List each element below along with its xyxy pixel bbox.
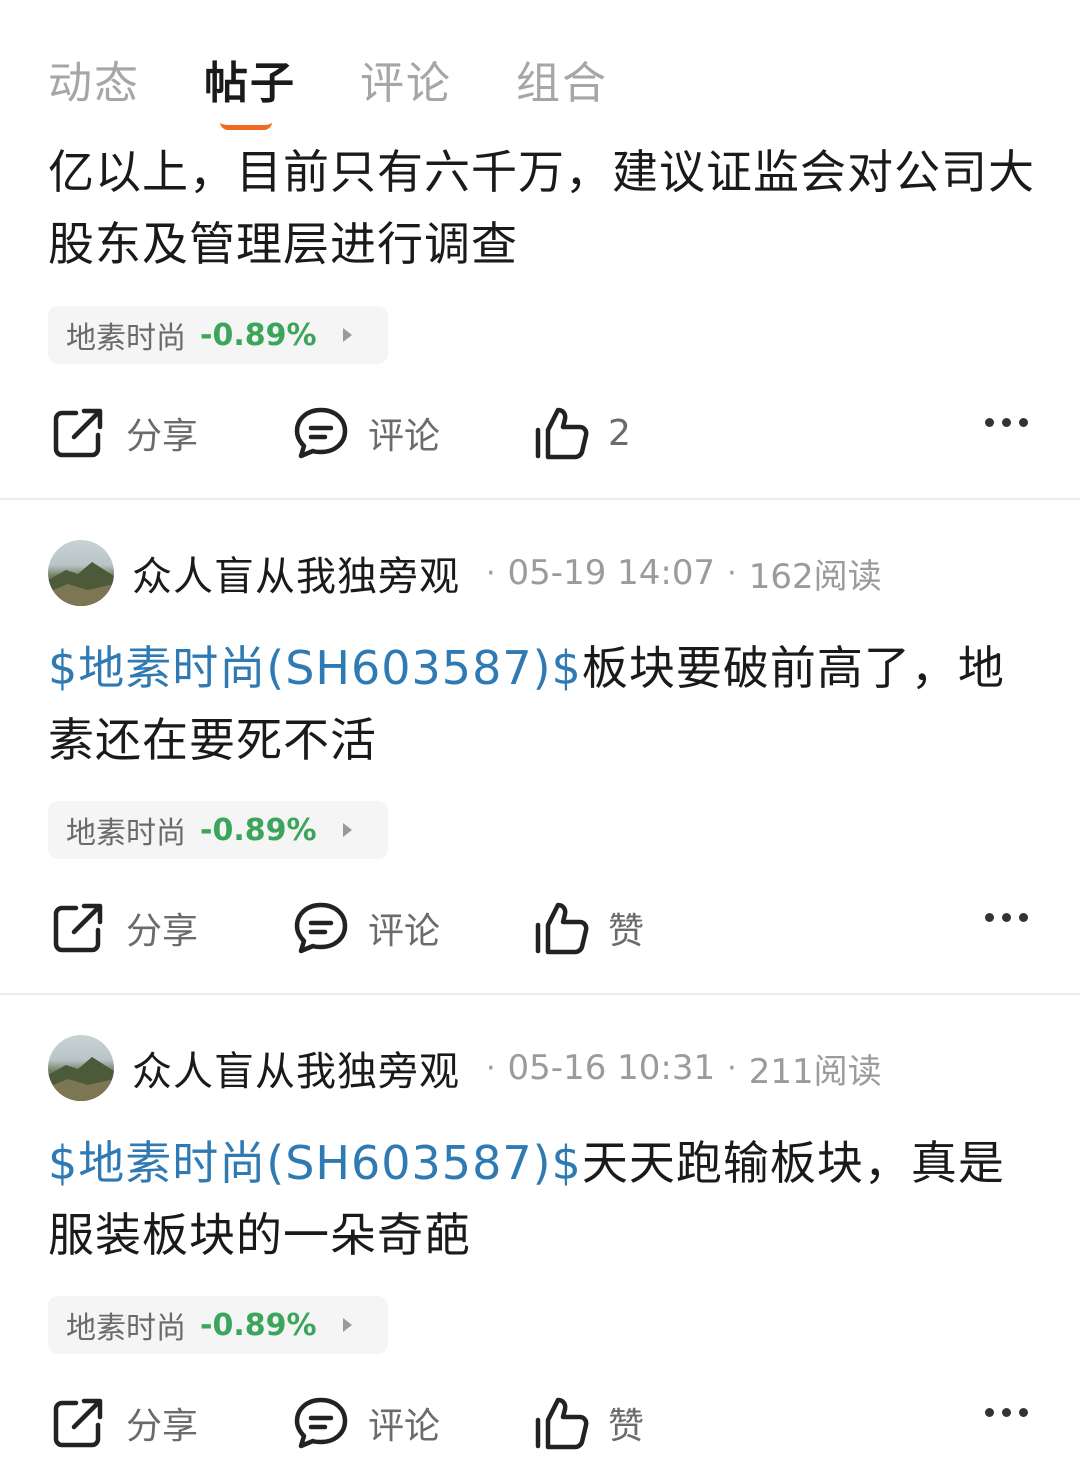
comment-label: 评论: [368, 911, 441, 952]
comment-button[interactable]: 评论: [292, 1388, 440, 1458]
stock-chip[interactable]: 地素时尚 -0.89%: [48, 306, 388, 364]
stock-change: -0.89%: [200, 1307, 317, 1343]
post-meta: · 05-19 14:07 · 162阅读: [474, 549, 882, 598]
thumbs-up-icon: [535, 407, 589, 460]
active-tab-indicator: [220, 122, 272, 130]
stock-chip[interactable]: 地素时尚 -0.89%: [48, 1296, 388, 1354]
more-icon-dot: [1002, 913, 1011, 922]
like-button[interactable]: 赞: [532, 1388, 644, 1458]
author-name[interactable]: 众人盲从我独旁观: [132, 544, 460, 602]
more-icon-dot: [985, 1408, 994, 1417]
more-icon-dot: [985, 913, 994, 922]
share-label: 分享: [126, 1406, 199, 1447]
comment-icon: [294, 407, 348, 459]
separator-dot: ·: [486, 555, 496, 591]
post-divider: [0, 498, 1080, 500]
stock-change: -0.89%: [200, 812, 317, 848]
comment-icon: [294, 902, 348, 954]
thumbs-up-icon: [535, 902, 589, 955]
more-button[interactable]: [985, 913, 1028, 922]
more-button[interactable]: [985, 418, 1028, 427]
read-count: 211阅读: [748, 1051, 882, 1092]
tab-pinglun[interactable]: 评论: [360, 50, 452, 140]
more-icon-dot: [1002, 418, 1011, 427]
tab-dongtai[interactable]: 动态: [48, 50, 140, 140]
profile-tabs: 动态 帖子 评论 组合: [48, 50, 608, 140]
more-icon-dot: [1019, 1408, 1028, 1417]
stock-name: 地素时尚: [66, 321, 186, 356]
comment-button[interactable]: 评论: [292, 893, 440, 963]
separator-dot: ·: [727, 555, 737, 591]
more-icon-dot: [1019, 913, 1028, 922]
post-actions: 分享 评论 2: [48, 398, 1038, 468]
comment-label: 评论: [368, 1406, 441, 1447]
tab-label: 动态: [48, 58, 140, 109]
post-header: 众人盲从我独旁观 · 05-19 14:07 · 162阅读: [48, 538, 882, 608]
stock-chip[interactable]: 地素时尚 -0.89%: [48, 801, 388, 859]
like-label: 赞: [608, 911, 645, 952]
comment-icon: [294, 1397, 348, 1449]
share-button[interactable]: 分享: [48, 1388, 198, 1458]
avatar[interactable]: [48, 540, 114, 606]
more-button[interactable]: [985, 1408, 1028, 1417]
tab-label: 帖子: [204, 58, 296, 109]
share-button[interactable]: 分享: [48, 893, 198, 963]
thumbs-up-icon: [535, 1397, 589, 1450]
post-text[interactable]: 亿以上，目前只有六千万，建议证监会对公司大股东及管理层进行调查: [48, 136, 1038, 280]
tab-label: 评论: [360, 58, 452, 109]
more-icon-dot: [985, 418, 994, 427]
comment-label: 评论: [368, 416, 441, 457]
more-icon-dot: [1002, 1408, 1011, 1417]
share-label: 分享: [126, 416, 199, 457]
tab-label: 组合: [516, 58, 608, 109]
share-icon: [53, 408, 103, 458]
post-text[interactable]: $地素时尚(SH603587)$板块要破前高了，地素还在要死不活: [48, 632, 1038, 776]
more-icon-dot: [1019, 418, 1028, 427]
post-body: 亿以上，目前只有六千万，建议证监会对公司大股东及管理层进行调查: [48, 145, 1035, 271]
share-label: 分享: [126, 911, 199, 952]
post-actions: 分享 评论 赞: [48, 1388, 1038, 1458]
post-divider: [0, 993, 1080, 995]
post-actions: 分享 评论 赞: [48, 893, 1038, 963]
share-icon: [53, 1398, 103, 1448]
post-text[interactable]: $地素时尚(SH603587)$天天跑输板块，真是服装板块的一朵奇葩: [48, 1127, 1038, 1271]
play-arrow-icon: [342, 823, 352, 837]
separator-dot: ·: [727, 1050, 737, 1086]
stock-name: 地素时尚: [66, 1311, 186, 1346]
stock-change: -0.89%: [200, 317, 317, 353]
post-header: 众人盲从我独旁观 · 05-16 10:31 · 211阅读: [48, 1033, 882, 1103]
like-button[interactable]: 赞: [532, 893, 644, 963]
author-name[interactable]: 众人盲从我独旁观: [132, 1039, 460, 1097]
avatar[interactable]: [48, 1035, 114, 1101]
post-time: 05-19 14:07: [507, 553, 716, 593]
comment-button[interactable]: 评论: [292, 398, 440, 468]
like-button[interactable]: 2: [532, 398, 631, 468]
read-count: 162阅读: [748, 556, 882, 597]
play-arrow-icon: [342, 1318, 352, 1332]
like-count: 2: [608, 412, 631, 454]
tab-tiezi[interactable]: 帖子: [204, 50, 296, 140]
stock-link[interactable]: $地素时尚(SH603587)$: [48, 1136, 582, 1190]
separator-dot: ·: [486, 1050, 496, 1086]
like-label: 赞: [608, 1406, 645, 1447]
tab-zuhe[interactable]: 组合: [516, 50, 608, 140]
stock-name: 地素时尚: [66, 816, 186, 851]
share-icon: [53, 903, 103, 953]
play-arrow-icon: [342, 328, 352, 342]
post-meta: · 05-16 10:31 · 211阅读: [474, 1044, 882, 1093]
share-button[interactable]: 分享: [48, 398, 198, 468]
stock-link[interactable]: $地素时尚(SH603587)$: [48, 641, 582, 695]
post-time: 05-16 10:31: [507, 1048, 716, 1088]
